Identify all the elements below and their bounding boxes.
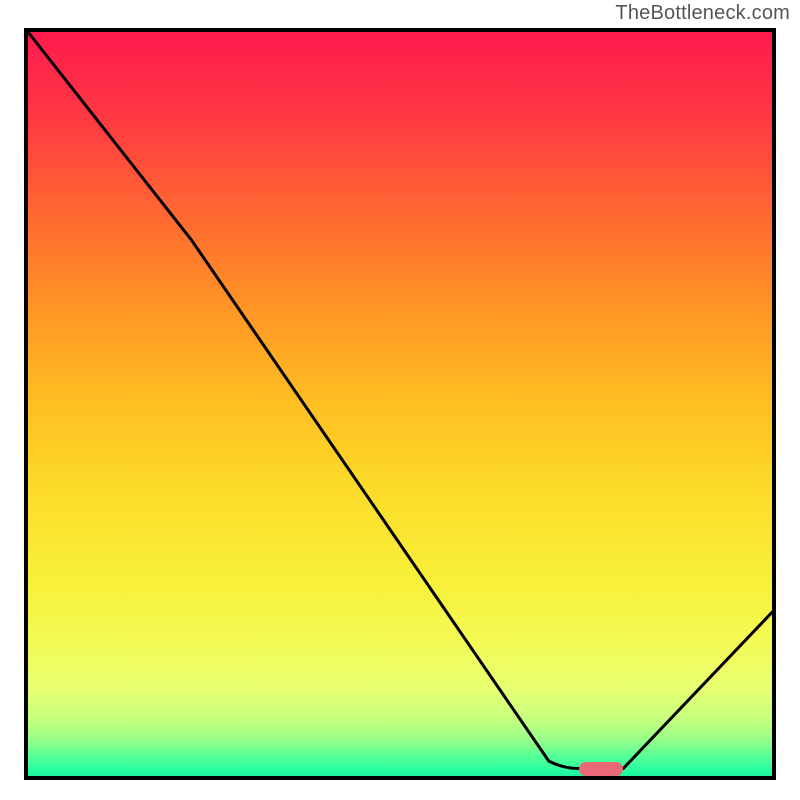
- chart-container: TheBottleneck.com: [0, 0, 800, 800]
- watermark-text: TheBottleneck.com: [615, 2, 790, 25]
- plot-area: [24, 28, 776, 780]
- curve-path: [28, 32, 772, 769]
- optimal-marker: [579, 762, 624, 776]
- bottleneck-curve: [28, 32, 772, 776]
